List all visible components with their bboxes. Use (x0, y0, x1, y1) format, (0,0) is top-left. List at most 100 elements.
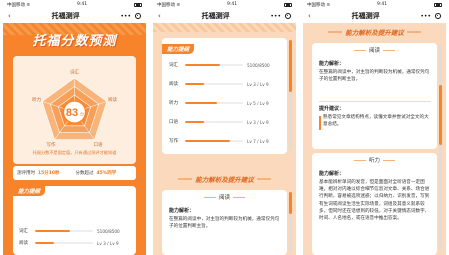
header-stripe (153, 23, 296, 32)
ability-row-fill (185, 120, 205, 124)
ability-row-value: Lv 3 / Lv 9 (97, 240, 119, 246)
radar-axis-label: 听力 (32, 96, 41, 103)
ability-row-label: 写作 (169, 139, 178, 144)
ability-row-value: Lv 7 / Lv 9 (247, 138, 269, 144)
radar-axis-label: 写作 (47, 141, 56, 148)
back-icon[interactable]: ‹ (158, 12, 161, 20)
score-value: 83 (66, 107, 78, 119)
ability-row-value: Lv 5 / Lv 9 (247, 100, 269, 106)
stats-strip: 测评用时 15分10秒 分数超过 45%同学 (13, 166, 136, 180)
reading-analysis-text: 在整篇的阅读中，对主旨的判断较为机械，通常仅凭句子的位置判断主旨。 (169, 217, 280, 230)
radar-axis-label: 口语 (94, 141, 103, 148)
suggestion-label: 提升建议： (319, 106, 345, 112)
carrier-label: 中国移动 ≋ (7, 2, 31, 8)
suggestion-accent (319, 116, 321, 130)
advice-banner: 能力解析及提升建议 (153, 172, 296, 186)
ability-row-value: Lv 3 / Lv 9 (247, 81, 269, 87)
ability-row-bar (185, 120, 243, 124)
more-icon[interactable]: ••• (120, 13, 131, 20)
ability-row-bar (185, 101, 243, 105)
battery-icon (284, 2, 292, 7)
ability-row-label: 词汇 (169, 63, 178, 68)
nav-bar: ‹ 托福测评 ••• (303, 9, 446, 23)
radar-chart: 词汇阅读口语 写作 听力 83 分 (32, 69, 117, 148)
screen-ability-details: 中国移动 ≋ 9:41 ‹ 托福测评 ••• 能力提纲 词汇 5100/8500 阅… (153, 0, 296, 255)
ability-row-fill (185, 101, 217, 105)
page-title: 托福测评 (51, 12, 80, 20)
close-mini-program-icon[interactable] (285, 13, 291, 19)
ability-row-label: 阅读 (169, 82, 178, 87)
ability-row-bar (185, 139, 243, 143)
advice-banner-text: 能力解析及提升建议 (345, 29, 404, 37)
tab-reading[interactable]: 阅读 (312, 46, 437, 54)
ability-row-label: 阅读 (19, 241, 28, 246)
ability-row: 听力 Lv 5 / Lv 9 (169, 98, 283, 108)
rank-label: 分数超过 (75, 171, 94, 176)
back-icon[interactable]: ‹ (8, 12, 11, 20)
ability-row: 阅读 Lv 3 / Lv 9 (169, 79, 283, 89)
screen-score-prediction: 中国移动 ≋ 9:41 ‹ 托福测评 ••• 托福分数预测 词汇 阅读 口语 写作 听力… (3, 0, 146, 255)
analysis-label: 能力解析： (169, 208, 195, 214)
ability-row-fill (35, 229, 70, 233)
ability-row-fill (185, 63, 220, 67)
page-title: 托福测评 (201, 12, 230, 20)
more-icon[interactable]: ••• (420, 13, 431, 20)
battery-icon (134, 2, 142, 7)
ability-section: 能力提纲 词汇 5100/8500 阅读 Lv 3 / Lv 9 (13, 186, 136, 255)
ability-row-value: 5100/8500 (247, 62, 270, 68)
status-bar: 中国移动 ≋ 9:41 (153, 0, 296, 9)
screen-improvement-advice: 中国移动 ≋ 9:41 ‹ 托福测评 ••• 能力解析及提升建议 阅读 能力解析… (303, 0, 446, 255)
clock: 9:41 (77, 2, 88, 7)
status-bar: 中国移动 ≋ 9:41 (3, 0, 146, 9)
clock: 9:41 (377, 2, 388, 7)
scrollbar[interactable] (439, 45, 442, 250)
ability-title: 能力提纲 (162, 44, 195, 54)
ability-row-bar (185, 63, 243, 67)
reading-advice-card: 阅读 能力解析： 在整篇的阅读中，对主旨的判断较为机械，通常仅凭句子的位置判断主… (312, 43, 437, 149)
tab-listening[interactable]: 听力 (312, 156, 437, 164)
close-mini-program-icon[interactable] (135, 13, 141, 19)
ability-row-label: 口语 (169, 120, 178, 125)
ability-row-fill (185, 139, 231, 143)
tab-reading[interactable]: 阅读 (162, 193, 287, 201)
clock: 9:41 (227, 2, 238, 7)
ability-row-value: 5100/8500 (97, 228, 120, 234)
ability-title: 能力提纲 (13, 186, 46, 196)
advice-banner: 能力解析及提升建议 (303, 25, 446, 39)
ability-row: 写作 Lv 7 / Lv 9 (169, 136, 283, 146)
nav-bar: ‹ 托福测评 ••• (3, 9, 146, 23)
close-mini-program-icon[interactable] (435, 13, 441, 19)
suggestion-text: 熟悉常见文章结构特点，读懂文章并尝试对全文的大意总结。 (323, 115, 429, 128)
nav-bar: ‹ 托福测评 ••• (153, 9, 296, 23)
ability-row: 词汇 5100/8500 (19, 226, 134, 236)
analysis-label: 能力解析： (319, 61, 345, 67)
ability-row: 词汇 5100/8500 (169, 60, 283, 70)
battery-icon (434, 2, 442, 7)
scrollbar[interactable] (289, 40, 292, 150)
listening-analysis-text: 基本能辨析单词的发音，但是面面对全听语音一定困难，相对对内难以综合细节信息对文章… (319, 180, 430, 222)
ability-row-fill (185, 82, 205, 86)
ability-row-bar (185, 82, 243, 86)
status-bar: 中国移动 ≋ 9:41 (303, 0, 446, 9)
advice-banner-text: 能力解析及提升建议 (195, 176, 254, 184)
time-value: 15分10秒 (38, 171, 60, 176)
ability-row-value: Lv 3 / Lv 9 (247, 119, 269, 125)
ability-row: 口语 Lv 3 / Lv 9 (169, 117, 283, 127)
divider (319, 101, 431, 102)
more-icon[interactable]: ••• (270, 13, 281, 20)
radar-axis-label: 阅读 (108, 96, 117, 103)
hero-title: 托福分数预测 (32, 34, 117, 49)
ability-row-bar (35, 241, 93, 245)
ability-card: 能力提纲 词汇 5100/8500 阅读 Lv 3 / Lv 9 听力 Lv 5 / Lv… (162, 38, 287, 154)
analysis-label: 能力解析： (319, 171, 345, 177)
rank-value: 45%同学 (96, 171, 117, 176)
carrier-label: 中国移动 ≋ (307, 2, 331, 8)
page-title: 托福测评 (351, 12, 380, 20)
reading-advice-card: 阅读 能力解析： 在整篇的阅读中，对主旨的判断较为机械，通常仅凭句子的位置判断主… (162, 190, 287, 255)
time-label: 测评用时 (17, 171, 35, 176)
reading-analysis-text: 在整篇的阅读中，对主旨的判断较为机械，通常仅凭句子的位置判断主旨。 (319, 70, 430, 83)
back-icon[interactable]: ‹ (308, 12, 311, 20)
scrollbar[interactable] (289, 192, 292, 252)
radar-axis-label: 词汇 (70, 69, 79, 76)
ability-row-fill (35, 241, 55, 245)
